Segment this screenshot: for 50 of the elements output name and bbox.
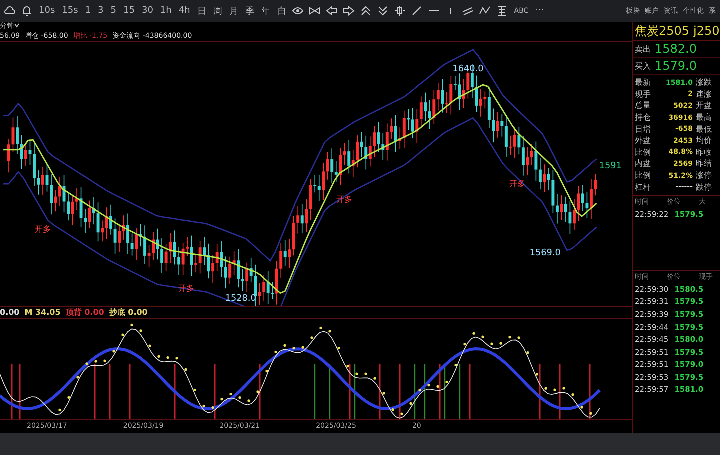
quote-label: 比例 <box>635 170 651 182</box>
quote-label: 最新 <box>635 77 651 88</box>
period-tab[interactable]: 30 <box>140 6 154 16</box>
indicator-stat: 顶背 0.00 <box>66 307 104 318</box>
chart-label: 开多 <box>510 179 526 188</box>
quote-label: 内盘 <box>635 158 651 170</box>
indicator-stat: 0.00 <box>0 307 20 318</box>
quote-label: 最高 <box>696 112 712 124</box>
quote-label: 涨跌 <box>696 77 712 88</box>
period-tab[interactable]: 15 <box>122 6 136 16</box>
quote-label: 速涨 <box>696 88 712 100</box>
quote-label: 涨停 <box>696 170 712 182</box>
period-tab[interactable]: 1h <box>159 6 173 16</box>
sell-label: 卖出 <box>635 44 651 54</box>
period-tab[interactable]: 月 <box>228 4 240 18</box>
indicator-stat: M 34.05 <box>24 307 61 318</box>
period-tab[interactable]: 季 <box>244 4 256 18</box>
quote-label: 昨结 <box>696 158 712 170</box>
period-tab[interactable]: 4h <box>178 6 192 16</box>
indicator-stat: 抄底 0.00 <box>109 307 148 318</box>
quote-label: 日增 <box>635 124 651 135</box>
contract-code: j250 <box>694 24 720 38</box>
quote-label: 现手 <box>635 88 651 100</box>
period-tab[interactable]: 自 <box>276 4 288 18</box>
quote-label: 跌停 <box>696 182 712 193</box>
period-tab[interactable]: 3 <box>97 6 105 16</box>
period-tab[interactable]: 1 <box>84 6 92 16</box>
quote-label: 最低 <box>696 124 712 135</box>
contract-name: 焦炭2505 <box>635 22 690 40</box>
chart-label: 1569.0 <box>530 248 561 259</box>
period-tab[interactable]: 周 <box>212 4 224 18</box>
sell-price: 1582.0 <box>655 42 697 56</box>
period-tab[interactable]: 5 <box>110 6 118 16</box>
period-tab[interactable]: 10s <box>38 6 56 16</box>
quote-label: 昨收 <box>696 146 712 158</box>
quote-label: 总量 <box>635 100 651 112</box>
buy-price: 1579.0 <box>655 59 697 73</box>
quote-label: 比例 <box>635 146 651 158</box>
period-tab[interactable]: 15s <box>61 6 80 16</box>
quote-label: 开盘 <box>696 100 712 112</box>
quote-label: 杠杆 <box>635 182 651 193</box>
period-tab[interactable]: 日 <box>196 4 208 18</box>
buy-label: 买入 <box>635 60 651 72</box>
period-tab[interactable]: 年 <box>260 4 272 18</box>
quote-label: 均价 <box>696 135 712 146</box>
chart-label: 1591 <box>599 162 622 172</box>
quote-label: 外盘 <box>635 135 651 146</box>
more-button[interactable]: ··· <box>534 6 546 16</box>
chart-label: 开多 <box>35 224 52 234</box>
quote-label: 持仓 <box>635 112 651 124</box>
